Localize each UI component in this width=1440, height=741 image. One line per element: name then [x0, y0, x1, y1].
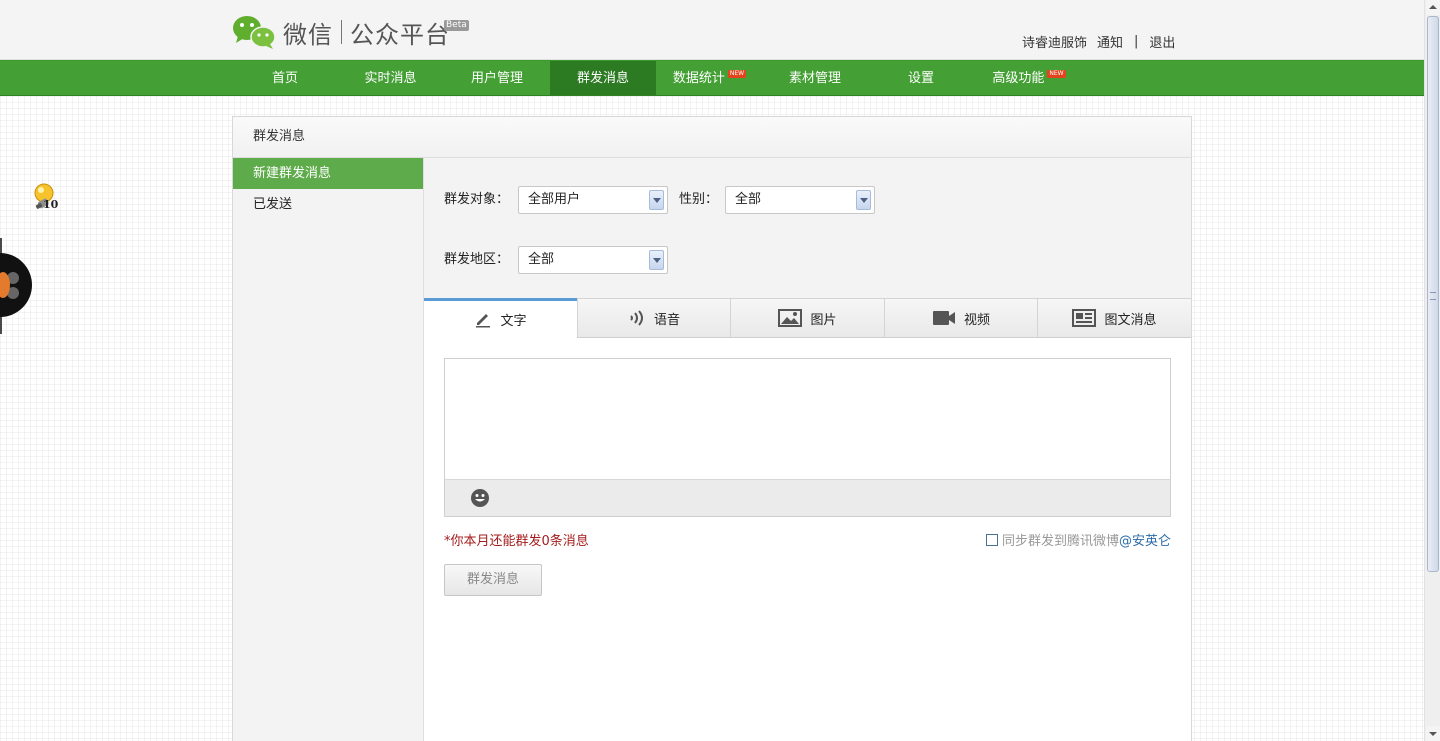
nav-label: 实时消息	[364, 71, 417, 86]
tab-voice[interactable]: 语音	[577, 298, 730, 338]
gender-select[interactable]: 全部	[725, 186, 875, 214]
account-name: 诗睿迪服饰	[1022, 35, 1088, 51]
tab-label: 语音	[653, 312, 680, 328]
sync-weibo-checkbox[interactable]	[985, 533, 998, 546]
nav-user-management[interactable]: 用户管理	[444, 61, 550, 95]
nav-advanced[interactable]: 高级功能 NEW	[975, 61, 1083, 95]
nav-label: 群发消息	[576, 71, 629, 86]
chevron-down-icon	[649, 250, 664, 270]
wechat-logo-icon	[232, 14, 276, 50]
logo-divider	[341, 20, 342, 44]
tab-text[interactable]: 文字	[424, 298, 577, 338]
nav-mass-messages[interactable]: 群发消息	[550, 61, 656, 95]
scroll-down-icon[interactable]	[1426, 726, 1440, 741]
message-type-tabs: 文字 语音 图片 视频 图文消息	[424, 298, 1191, 338]
nav-statistics[interactable]: 数据统计 NEW	[656, 61, 763, 95]
voice-icon	[630, 310, 643, 326]
nav-label: 用户管理	[470, 71, 523, 86]
region-select[interactable]: 全部	[518, 246, 668, 274]
pencil-icon	[476, 314, 491, 328]
tab-label: 视频	[963, 312, 990, 328]
region-select-value: 全部	[528, 252, 555, 267]
beta-badge: Beta	[444, 20, 469, 31]
chevron-down-icon	[856, 190, 871, 210]
send-mass-message-button[interactable]: 群发消息	[444, 564, 542, 596]
target-label: 群发对象：	[444, 192, 510, 207]
sidebar-item-sent[interactable]: 已发送	[233, 189, 423, 220]
main-navbar: 首页 实时消息 用户管理 群发消息 数据统计 NEW 素材管理 设置 高级功能 NE…	[0, 60, 1424, 96]
tab-image[interactable]: 图片	[730, 298, 884, 338]
header-links: 诗睿迪服饰 通知 | 退出	[1022, 32, 1175, 51]
nav-home[interactable]: 首页	[233, 61, 337, 95]
new-badge: NEW	[727, 70, 747, 78]
scroll-up-icon[interactable]	[1426, 0, 1440, 15]
wechat-logo[interactable]: 微信 公众平台 Beta	[232, 14, 469, 50]
filter-area: 群发对象： 全部用户 性别： 全部 群发地区： 全部	[424, 158, 1191, 298]
tab-label: 图片	[810, 312, 837, 328]
new-badge: NEW	[1047, 70, 1066, 78]
target-select-value: 全部用户	[528, 192, 581, 207]
tab-video[interactable]: 视频	[884, 298, 1037, 338]
nav-realtime-messages[interactable]: 实时消息	[337, 61, 444, 95]
emoji-icon[interactable]	[470, 488, 490, 508]
tab-label: 文字	[500, 313, 527, 329]
notify-link[interactable]: 通知	[1097, 32, 1123, 51]
sidebar-item-new-mass-message[interactable]: 新建群发消息	[233, 158, 423, 189]
page-scrollbar[interactable]	[1424, 0, 1440, 741]
target-select[interactable]: 全部用户	[518, 186, 668, 214]
mass-message-panel: 群发消息 新建群发消息 已发送 群发对象： 全部用户 性别： 全部 群发地区： …	[232, 116, 1192, 741]
gender-select-value: 全部	[735, 192, 762, 207]
logout-link[interactable]: 退出	[1149, 32, 1175, 51]
nav-label: 设置	[907, 71, 934, 86]
nav-label: 数据统计	[672, 71, 725, 86]
nav-label: 高级功能	[992, 71, 1045, 86]
panel-title: 群发消息	[233, 117, 1191, 158]
header-separator: |	[1134, 33, 1139, 49]
nav-material-management[interactable]: 素材管理	[763, 61, 867, 95]
scrollbar-thumb[interactable]	[1427, 16, 1439, 572]
weibo-account-link[interactable]: @安英仑	[1119, 530, 1171, 549]
platform-name: 公众平台	[350, 20, 450, 49]
message-textarea[interactable]	[445, 359, 1170, 480]
side-mascot-icon[interactable]	[0, 238, 34, 334]
sync-weibo-label: 同步群发到腾讯微博	[1001, 534, 1119, 549]
editor-toolbar	[445, 479, 1170, 516]
chevron-down-icon	[649, 190, 664, 210]
nav-settings[interactable]: 设置	[867, 61, 975, 95]
image-icon	[778, 309, 803, 327]
panel-sidebar: 新建群发消息 已发送	[233, 158, 424, 741]
top-header: 微信 公众平台 Beta 诗睿迪服饰 通知 | 退出	[0, 0, 1424, 60]
nav-label: 首页	[271, 71, 298, 86]
nav-label: 素材管理	[788, 71, 841, 86]
region-label: 群发地区：	[444, 252, 510, 267]
message-editor	[444, 358, 1171, 517]
tab-article[interactable]: 图文消息	[1037, 298, 1191, 338]
article-icon	[1072, 309, 1097, 327]
tab-label: 图文消息	[1104, 312, 1157, 328]
sync-weibo: 同步群发到腾讯微博 @安英仑	[985, 530, 1171, 549]
brand-name: 微信	[283, 20, 333, 49]
video-icon	[932, 311, 955, 325]
panel-content: 群发对象： 全部用户 性别： 全部 群发地区： 全部 文字 语音 图片 视频 图…	[424, 158, 1191, 741]
quota-notice: *你本月还能群发0条消息	[444, 534, 589, 549]
gender-label: 性别：	[679, 192, 719, 207]
bulb-count: 10	[43, 198, 59, 211]
